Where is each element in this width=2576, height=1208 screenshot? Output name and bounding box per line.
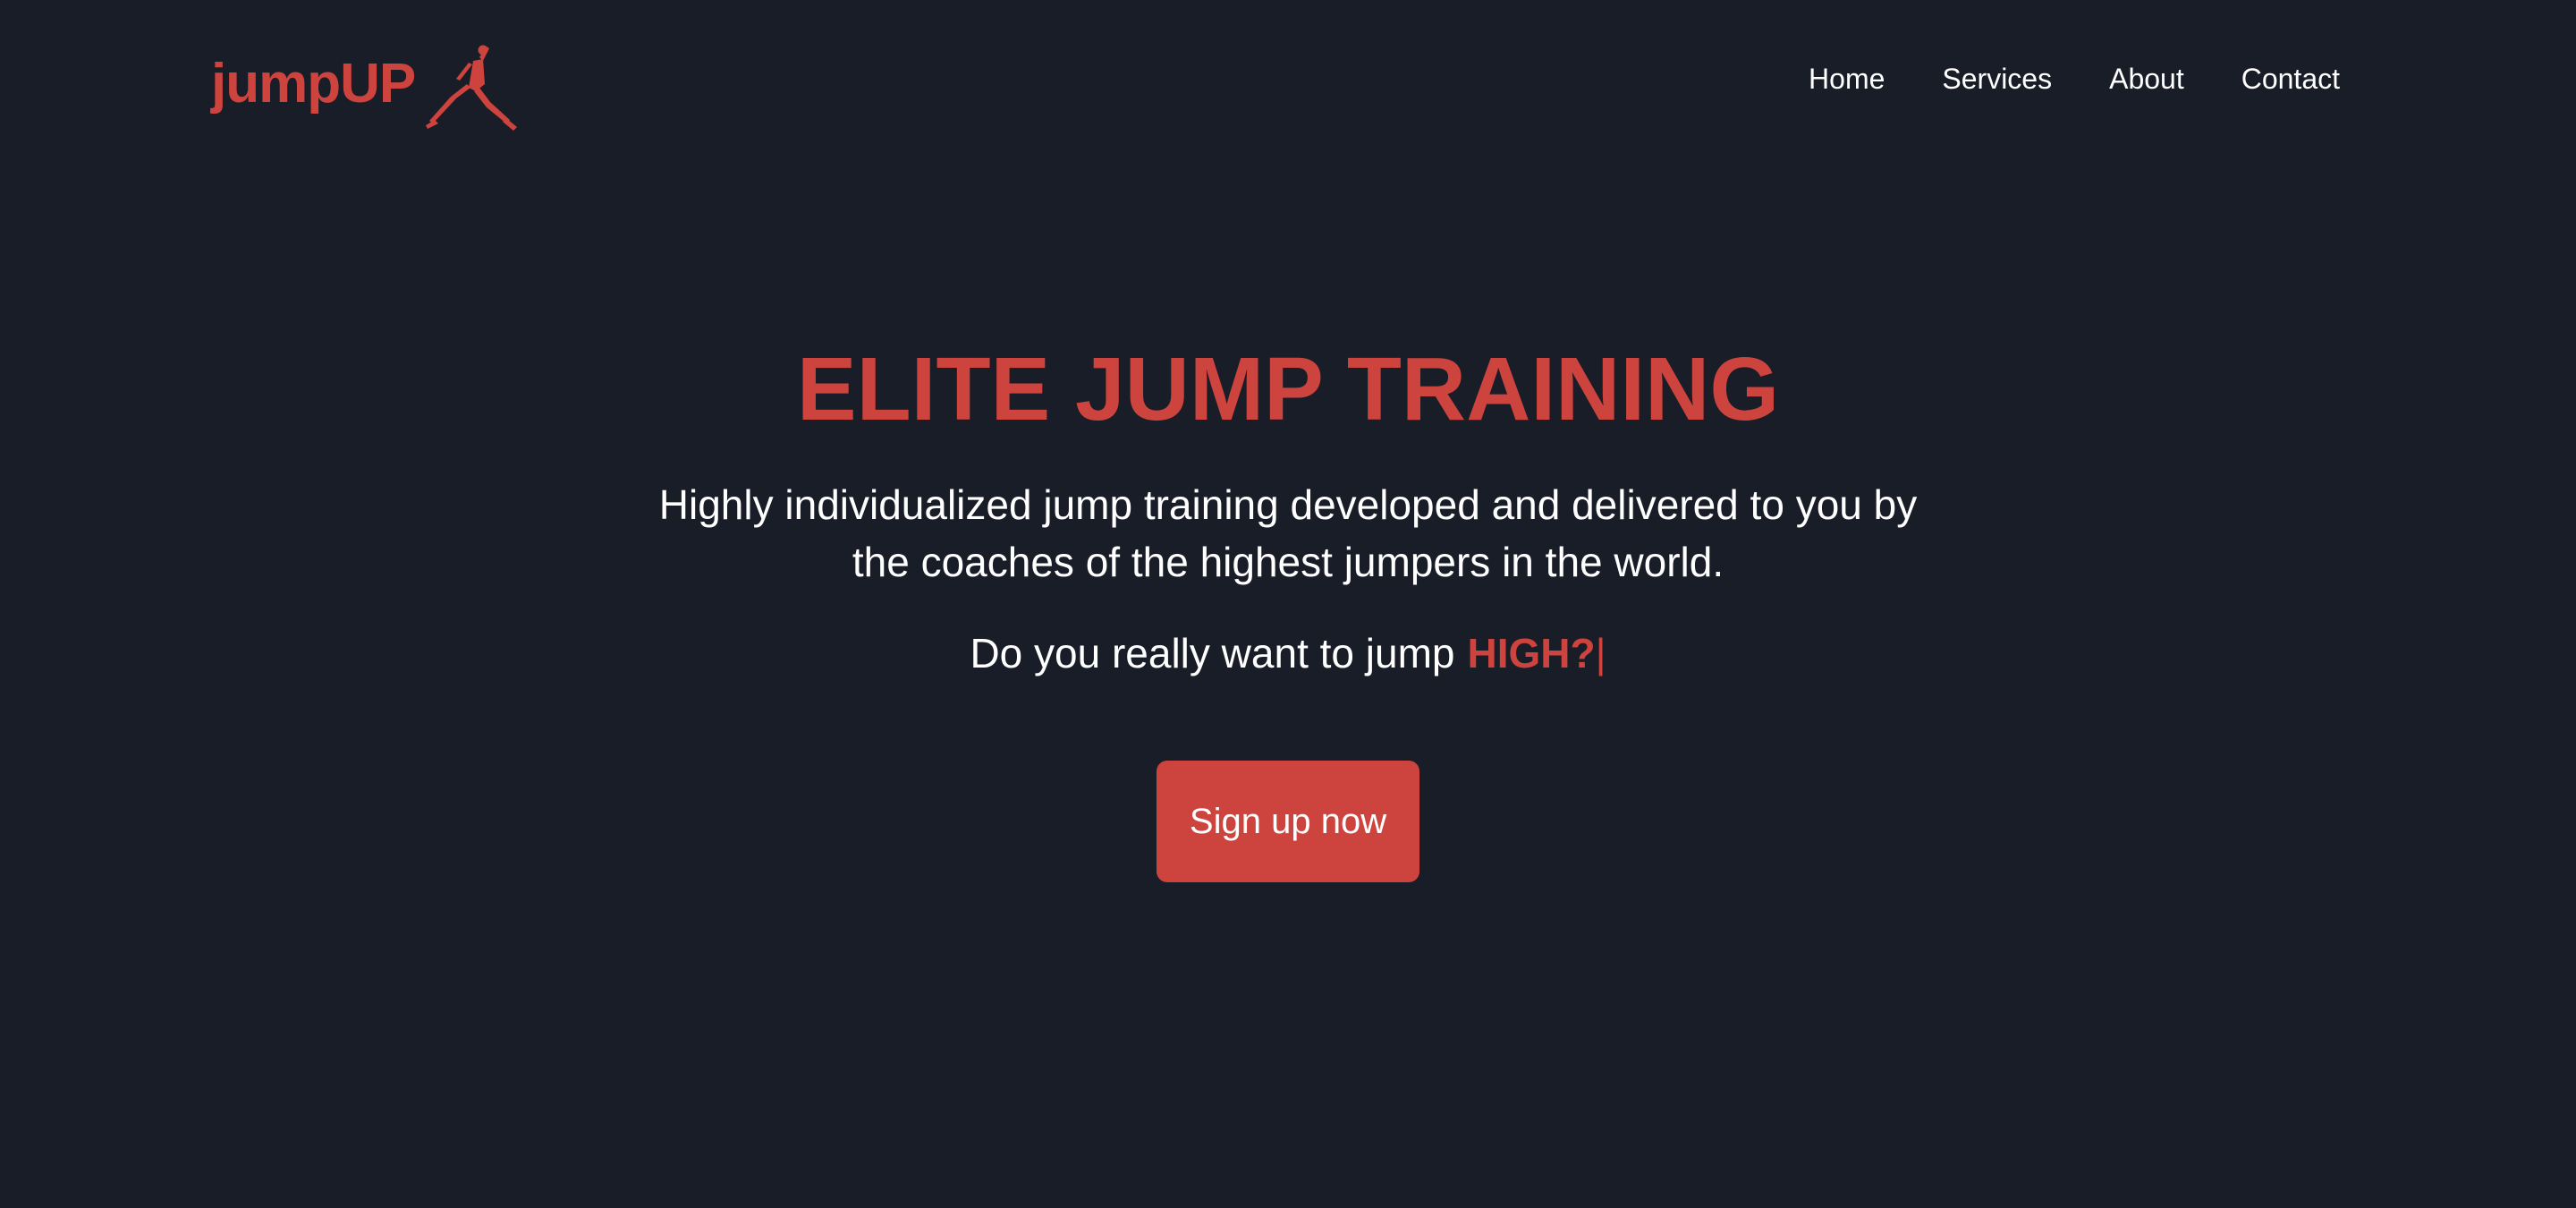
- brand-home-link[interactable]: jumpUP: [211, 36, 519, 132]
- hero-section: ELITE JUMP TRAINING Highly individualize…: [0, 340, 2576, 882]
- brand-name: jumpUP: [211, 53, 416, 115]
- jumpman-icon: [426, 45, 518, 131]
- nav-link-contact[interactable]: Contact: [2241, 64, 2340, 93]
- sign-up-button[interactable]: Sign up now: [1157, 761, 1419, 882]
- nav-link-about[interactable]: About: [2109, 64, 2184, 93]
- hero-title: ELITE JUMP TRAINING: [796, 339, 1780, 439]
- nav-link-services[interactable]: Services: [1942, 64, 2052, 93]
- hero-question-prefix: Do you really want to jump: [970, 630, 1455, 676]
- navbar: jumpUP Home Services About Contact: [0, 0, 2576, 170]
- hero-question: Do you really want to jump HIGH?|: [0, 625, 2576, 682]
- typing-cursor: |: [1595, 630, 1606, 676]
- nav-links: Home Services About Contact: [1809, 64, 2340, 93]
- landing-page: jumpUP Home Services About Contact ELITE…: [0, 0, 2576, 1208]
- hero-subtitle: Highly individualized jump training deve…: [658, 481, 1918, 585]
- hero-question-highlight: HIGH?: [1467, 630, 1596, 676]
- nav-link-home[interactable]: Home: [1809, 64, 1885, 93]
